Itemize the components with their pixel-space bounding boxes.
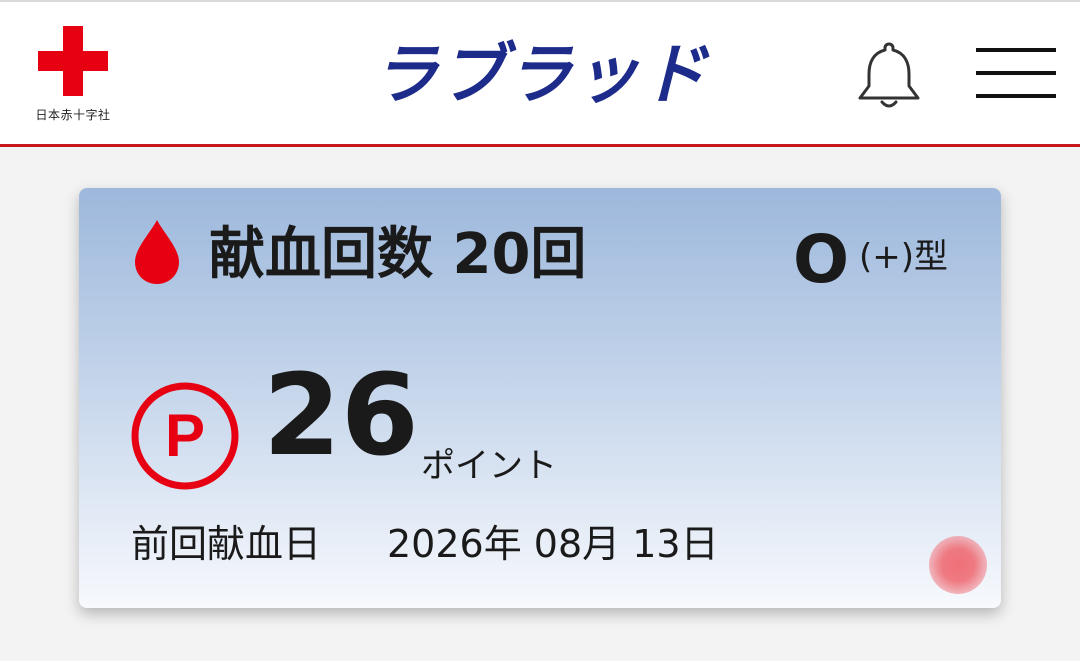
hamburger-menu-icon[interactable] (976, 46, 1058, 104)
red-cross-logo[interactable]: 日本赤十字社 (30, 26, 116, 122)
last-donation-label: 前回献血日 (131, 522, 322, 566)
logo-text: 日本赤十字社 (35, 108, 111, 122)
status-indicator (929, 536, 987, 594)
last-donation-date: 2026年 08月 13日 (387, 522, 719, 566)
blood-type: O (793, 221, 850, 298)
app-header: 日本赤十字社 ラブラッド (0, 2, 1080, 147)
donation-count: 献血回数 20回 (209, 222, 587, 287)
points-unit: ポイント (421, 446, 557, 486)
app-title: ラブラッド (372, 36, 708, 113)
blood-type-rh: (+)型 (859, 237, 949, 277)
red-cross-icon (38, 26, 108, 96)
bell-icon[interactable] (852, 38, 926, 112)
p-circle-icon: P (129, 380, 241, 492)
svg-text:P: P (165, 402, 205, 469)
blood-drop-icon (131, 218, 183, 286)
points-value: 26 (263, 351, 419, 481)
donor-status-card[interactable]: 献血回数 20回 O (+)型 P 26 ポイント 前回献血日 2026年 08… (79, 188, 1001, 608)
